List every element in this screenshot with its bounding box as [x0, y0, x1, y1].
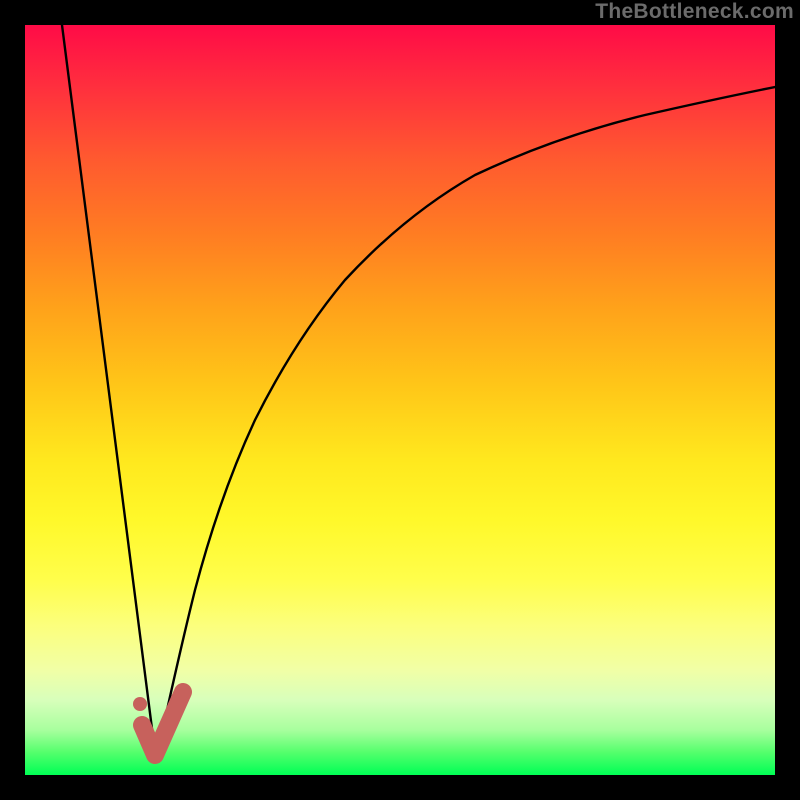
watermark-text: TheBottleneck.com	[595, 0, 794, 24]
plot-area	[25, 25, 775, 775]
curve-descending	[62, 25, 156, 760]
curve-ascending	[156, 87, 775, 760]
chart-svg	[25, 25, 775, 775]
check-marker-dot	[133, 697, 147, 711]
frame-bottom	[0, 775, 800, 800]
frame-left	[0, 0, 25, 800]
frame-right	[775, 0, 800, 800]
